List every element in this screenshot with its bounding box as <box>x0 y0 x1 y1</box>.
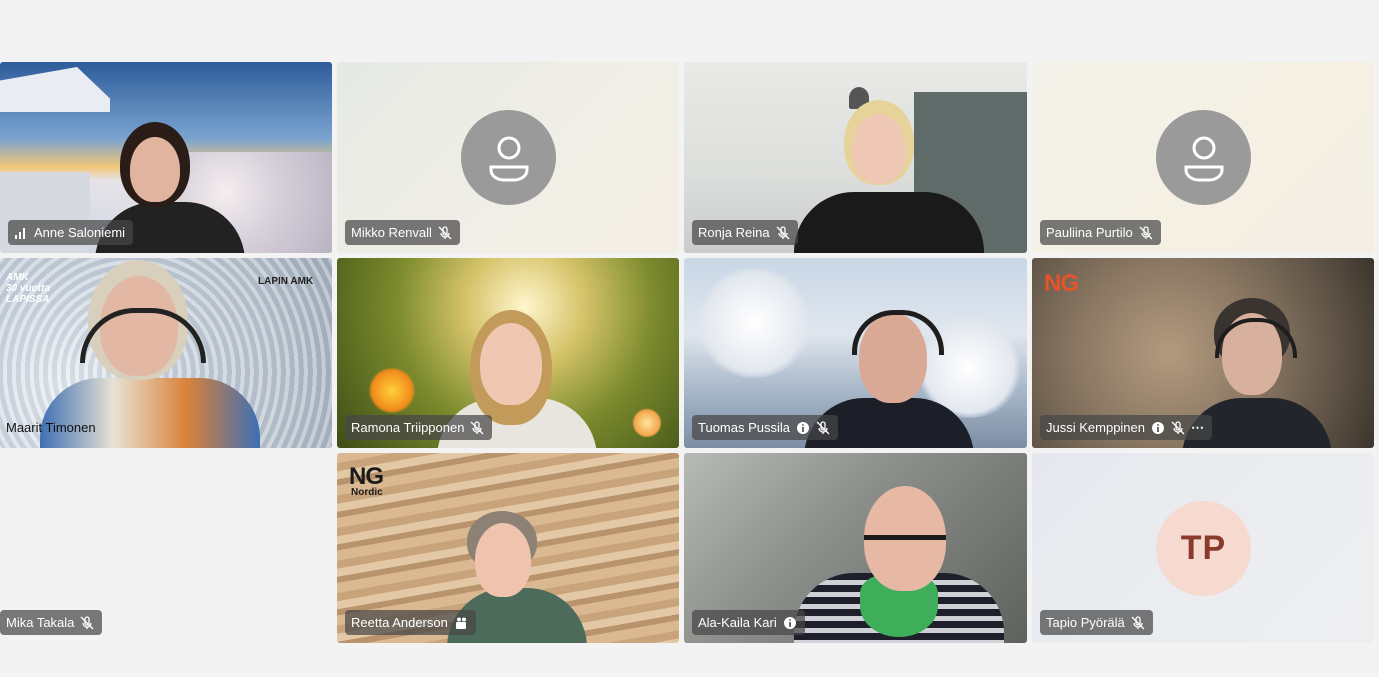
person-icon <box>461 110 556 205</box>
mic-off-icon <box>1171 420 1185 434</box>
name-label: Mika Takala <box>0 610 103 635</box>
name-label: Maarit Timonen <box>0 415 104 440</box>
steam-cloud <box>694 268 814 378</box>
participant-face-skin <box>475 523 531 597</box>
name-label: Pauliina Purtilo <box>1040 220 1161 245</box>
participant-name: Ramona Triipponen <box>351 420 465 435</box>
name-label: Mikko Renvall <box>345 220 460 245</box>
video-tile-reetta-anderson[interactable]: NG Nordic Reetta Anderson <box>337 453 679 643</box>
more-options-icon[interactable]: ⋯ <box>1191 415 1204 440</box>
info-icon <box>783 616 796 629</box>
headset-icon <box>852 310 944 355</box>
participant-name: Mika Takala <box>6 615 75 630</box>
avatar-initials: TP <box>1156 501 1251 596</box>
name-label: Ronja Reina <box>692 220 798 245</box>
name-label: Ala-Kaila Kari <box>692 610 805 635</box>
participant-name: Tapio Pyörälä <box>1046 615 1125 630</box>
mic-off-icon <box>80 615 94 629</box>
participant-face-skin <box>480 323 542 405</box>
video-tile-ronja-reina[interactable]: Ronja Reina <box>684 62 1027 253</box>
video-tile-maarit-timonen[interactable]: AMK 30 vuotta LAPISSA LAPIN AMK Maarit T… <box>0 258 332 448</box>
flower-decoration <box>367 368 417 413</box>
participant-face-skin <box>130 137 180 202</box>
video-tile-tuomas-pussila[interactable]: Tuomas Pussila <box>684 258 1027 448</box>
mic-off-icon <box>816 420 830 434</box>
lapin-amk-logo: LAPIN AMK <box>258 276 314 287</box>
video-tile-pauliina-purtilo[interactable]: Pauliina Purtilo <box>1032 62 1374 253</box>
name-label: Reetta Anderson <box>345 610 476 635</box>
mic-off-icon <box>1131 615 1145 629</box>
participant-name: Anne Saloniemi <box>34 225 126 240</box>
collab-icon <box>455 617 466 629</box>
participant-name: Ala-Kaila Kari <box>698 615 777 630</box>
participant-name: Mikko Renvall <box>351 225 432 240</box>
video-tile-anne-saloniemi[interactable]: Anne Saloniemi <box>0 62 332 253</box>
participant-body <box>794 192 984 253</box>
video-tile-mika-takala[interactable]: Mika Takala <box>0 453 332 643</box>
participant-name: Pauliina Purtilo <box>1046 225 1133 240</box>
video-tile-tapio-pyorala[interactable]: TP Tapio Pyörälä <box>1032 453 1374 643</box>
glasses <box>864 535 946 560</box>
participant-face-skin <box>852 114 906 184</box>
name-label: Tapio Pyörälä <box>1040 610 1153 635</box>
participant-name: Reetta Anderson <box>351 615 448 630</box>
flower-decoration <box>632 408 662 438</box>
participant-name: Ronja Reina <box>698 225 770 240</box>
video-tile-ala-kaila-kari[interactable]: Ala-Kaila Kari <box>684 453 1027 643</box>
info-icon <box>797 421 809 434</box>
participant-name: Tuomas Pussila <box>698 420 790 435</box>
nordic-logo-text: Nordic <box>351 487 383 498</box>
signal-strength-icon <box>15 227 25 239</box>
name-label: Tuomas Pussila <box>692 415 838 440</box>
amk-30-vuotta-logo: AMK 30 vuotta LAPISSA <box>6 272 50 305</box>
ng-logo: NG <box>1044 270 1079 297</box>
video-tile-ramona-triipponen[interactable]: Ramona Triipponen <box>337 258 679 448</box>
participant-name: Jussi Kemppinen <box>1046 420 1145 435</box>
video-tile-jussi-kemppinen[interactable]: NG Jussi Kemppinen ⋯ <box>1032 258 1374 448</box>
name-label: Anne Saloniemi <box>8 220 134 245</box>
gazebo-roof <box>0 67 110 112</box>
name-label: Ramona Triipponen <box>345 415 493 440</box>
mic-off-icon <box>1139 225 1153 239</box>
video-tile-mikko-renvall[interactable]: Mikko Renvall <box>337 62 679 253</box>
mic-off-icon <box>438 225 452 239</box>
name-label: Jussi Kemppinen ⋯ <box>1040 415 1212 440</box>
mic-off-icon <box>471 420 484 434</box>
participant-name: Maarit Timonen <box>6 420 96 435</box>
mic-off-icon <box>776 225 790 239</box>
info-icon <box>1152 421 1164 434</box>
person-icon <box>1156 110 1251 205</box>
